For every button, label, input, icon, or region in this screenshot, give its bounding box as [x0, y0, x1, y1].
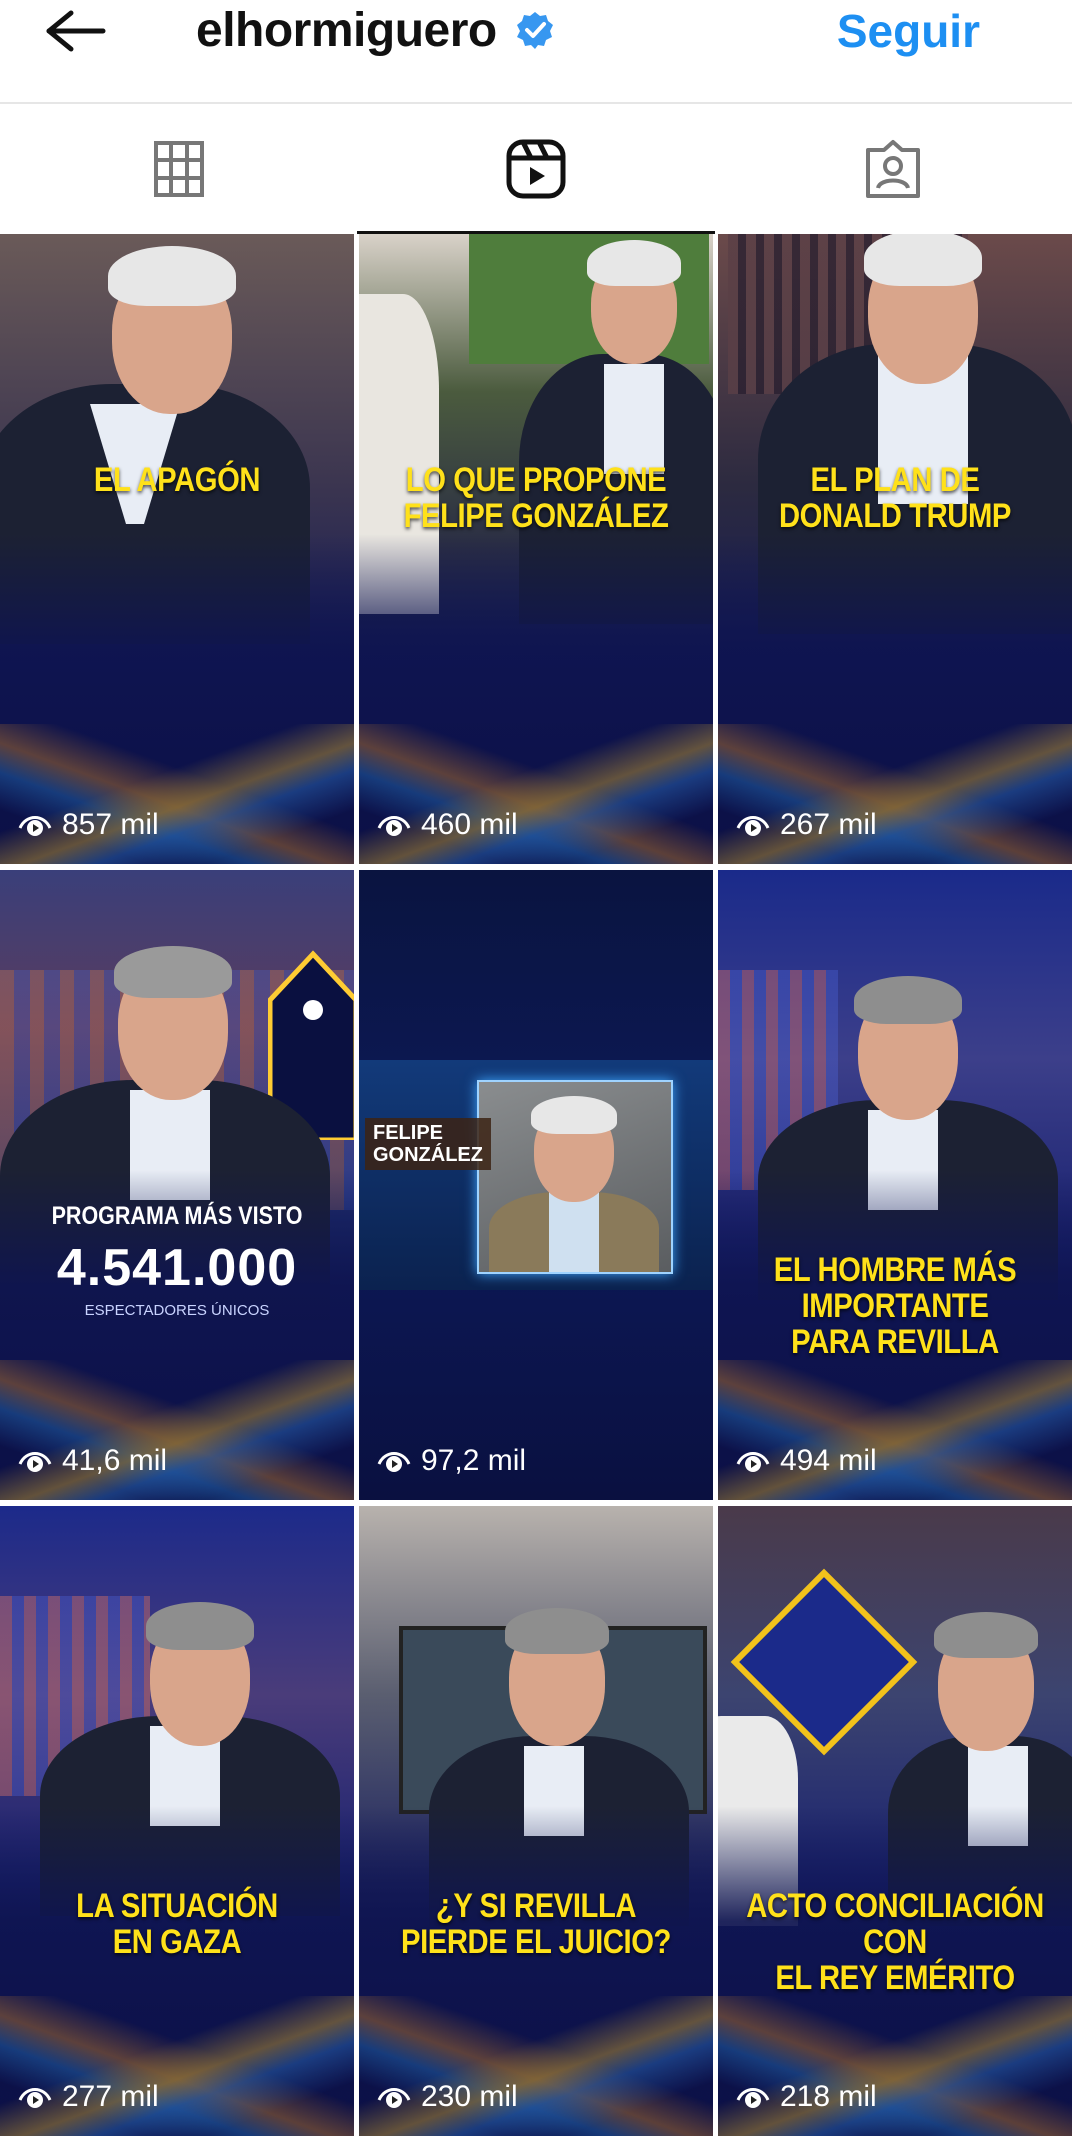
reel-caption: LA SITUACIÓN EN GAZA [76, 1887, 278, 1961]
reels-grid: EL APAGÓN 857 mil LO QUE PROPONE FELIPE … [0, 234, 1072, 2136]
reel-caption: EL HOMBRE MÁS IMPORTANTE PARA REVILLA [773, 1251, 1017, 1361]
reel-tile[interactable]: LO QUE PROPONE FELIPE GONZÁLEZ 460 mil [359, 234, 713, 864]
profile-header: elhormiguero Seguir [0, 0, 1072, 104]
eye-play-icon [18, 2088, 52, 2108]
username: elhormiguero [196, 3, 497, 57]
reel-tile[interactable]: FELIPE GONZÁLEZ 97,2 mil [359, 870, 713, 1500]
tab-posts[interactable] [0, 104, 357, 234]
reel-caption: ACTO CONCILIACIÓN CON EL REY EMÉRITO [746, 1887, 1044, 1997]
reel-thumbnail: FELIPE GONZÁLEZ [359, 870, 713, 1500]
portrait-photo [477, 1080, 673, 1274]
view-count-text: 857 mil [62, 808, 159, 841]
eye-play-icon [377, 2088, 411, 2108]
reel-caption: EL APAGÓN [93, 461, 261, 499]
stats-number: 4.541.000 [56, 1239, 298, 1297]
reel-tile[interactable]: EL APAGÓN 857 mil [0, 234, 354, 864]
reel-tile[interactable]: LA SITUACIÓN EN GAZA 277 mil [0, 1506, 354, 2136]
view-count-text: 97,2 mil [421, 1444, 527, 1477]
view-count: 41,6 mil [18, 1444, 167, 1478]
tab-reels[interactable] [357, 104, 715, 234]
view-count: 460 mil [377, 808, 518, 842]
eye-play-icon [18, 816, 52, 836]
eye-play-icon [18, 1452, 52, 1472]
reel-caption: LO QUE PROPONE FELIPE GONZÁLEZ [403, 461, 669, 535]
tagged-icon [866, 140, 921, 198]
reel-tile[interactable]: EL HOMBRE MÁS IMPORTANTE PARA REVILLA 49… [718, 870, 1072, 1500]
reel-caption: ¿Y SI REVILLA PIERDE EL JUICIO? [401, 1887, 671, 1961]
reel-tile[interactable]: PROGRAMA MÁS VISTO 4.541.000 ESPECTADORE… [0, 870, 354, 1500]
follow-button[interactable]: Seguir [837, 4, 980, 58]
eye-play-icon [377, 816, 411, 836]
eye-play-icon [736, 1452, 770, 1472]
stats-title: PROGRAMA MÁS VISTO [51, 1202, 303, 1230]
view-count-text: 460 mil [421, 808, 518, 841]
view-count: 267 mil [736, 808, 877, 842]
reels-icon [506, 139, 566, 199]
view-count-text: 494 mil [780, 1444, 877, 1477]
name-label: FELIPE GONZÁLEZ [365, 1118, 491, 1170]
back-button[interactable] [40, 6, 110, 56]
view-count: 97,2 mil [377, 1444, 526, 1478]
view-count-text: 230 mil [421, 2080, 518, 2113]
eye-play-icon [736, 816, 770, 836]
tab-tagged[interactable] [715, 104, 1072, 234]
profile-title: elhormiguero [196, 0, 555, 60]
verified-badge-icon [515, 10, 555, 50]
reel-tile[interactable]: EL PLAN DE DONALD TRUMP 267 mil [718, 234, 1072, 864]
view-count: 277 mil [18, 2080, 159, 2114]
eye-play-icon [736, 2088, 770, 2108]
view-count: 494 mil [736, 1444, 877, 1478]
reel-tile[interactable]: ¿Y SI REVILLA PIERDE EL JUICIO? 230 mil [359, 1506, 713, 2136]
view-count: 230 mil [377, 2080, 518, 2114]
view-count-text: 267 mil [780, 808, 877, 841]
view-count-text: 218 mil [780, 2080, 877, 2113]
profile-tabs [0, 104, 1072, 234]
grid-icon [153, 141, 204, 197]
news-card: FELIPE GONZÁLEZ [359, 1060, 713, 1290]
stats-subtitle: ESPECTADORES ÚNICOS [84, 1302, 270, 1319]
view-count: 857 mil [18, 808, 159, 842]
view-count: 218 mil [736, 2080, 877, 2114]
view-count-text: 277 mil [62, 2080, 159, 2113]
eye-play-icon [377, 1452, 411, 1472]
arrow-left-icon [46, 10, 106, 52]
reel-caption: EL PLAN DE DONALD TRUMP [778, 461, 1011, 535]
view-count-text: 41,6 mil [62, 1444, 168, 1477]
reel-tile[interactable]: ACTO CONCILIACIÓN CON EL REY EMÉRITO 218… [718, 1506, 1072, 2136]
